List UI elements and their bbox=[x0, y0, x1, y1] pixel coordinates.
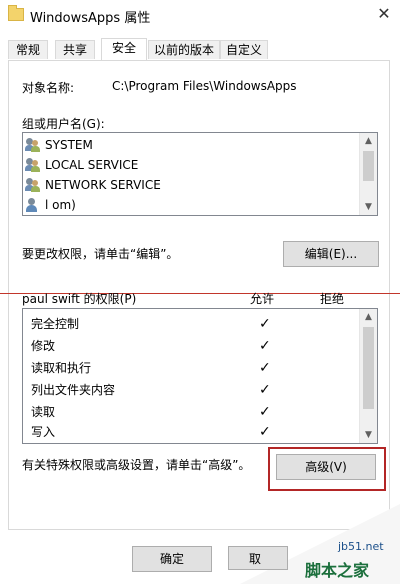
title-bar: WindowsApps 属性 ✕ bbox=[0, 0, 400, 31]
allow-check-icon: ✓ bbox=[259, 360, 271, 376]
permission-row: 读取和执行 ✓ bbox=[31, 357, 361, 379]
scroll-up-icon[interactable]: ▲ bbox=[360, 309, 377, 325]
group-icon bbox=[25, 178, 41, 192]
permission-row: 列出文件夹内容 ✓ bbox=[31, 379, 361, 401]
advanced-button[interactable]: 高级(V) bbox=[276, 454, 376, 480]
allow-column-header: 允许 bbox=[250, 292, 275, 306]
groups-listbox[interactable]: SYSTEM LOCAL SERVICE NETWORK SERVICE l o… bbox=[22, 132, 378, 216]
scroll-down-icon[interactable]: ▼ bbox=[360, 427, 377, 443]
object-name-value: C:\Program Files\WindowsApps bbox=[112, 79, 297, 93]
scroll-thumb[interactable] bbox=[363, 151, 374, 181]
groups-label: 组或用户名(G): bbox=[22, 117, 105, 131]
permissions-scrollbar[interactable]: ▲ ▼ bbox=[359, 309, 377, 443]
group-icon bbox=[25, 138, 41, 152]
allow-check-icon: ✓ bbox=[259, 382, 271, 398]
allow-check-icon: ✓ bbox=[259, 404, 271, 420]
scroll-thumb[interactable] bbox=[363, 327, 374, 409]
group-name: NETWORK SERVICE bbox=[45, 178, 161, 192]
tab-general[interactable]: 常规 bbox=[8, 40, 48, 59]
object-name-label: 对象名称: bbox=[22, 81, 75, 95]
user-icon bbox=[25, 198, 41, 212]
permission-row: 修改 ✓ bbox=[31, 335, 361, 357]
watermark-site: jb51.net bbox=[338, 540, 384, 553]
tab-customize[interactable]: 自定义 bbox=[220, 40, 268, 59]
permissions-header: paul swift 的权限(P) bbox=[22, 292, 137, 306]
permission-name: 完全控制 bbox=[31, 317, 80, 331]
tab-security[interactable]: 安全 bbox=[101, 38, 147, 60]
window-title: WindowsApps 属性 bbox=[30, 11, 151, 26]
group-name: SYSTEM bbox=[45, 138, 93, 152]
deny-column-header: 拒绝 bbox=[320, 292, 345, 306]
tab-sharing[interactable]: 共享 bbox=[55, 40, 95, 59]
groups-scrollbar[interactable]: ▲ ▼ bbox=[359, 133, 377, 215]
permission-name: 列出文件夹内容 bbox=[31, 383, 116, 397]
permission-row: 完全控制 ✓ bbox=[31, 313, 361, 335]
cancel-button[interactable]: 取 bbox=[228, 546, 288, 570]
scroll-down-icon[interactable]: ▼ bbox=[360, 199, 377, 215]
allow-check-icon: ✓ bbox=[259, 338, 271, 354]
permissions-listbox[interactable]: 完全控制 ✓ 修改 ✓ 读取和执行 ✓ 列出文件夹内容 ✓ 读取 ✓ 写入 ✓ … bbox=[22, 308, 378, 444]
group-icon bbox=[25, 158, 41, 172]
permission-name: 读取 bbox=[31, 405, 56, 419]
allow-check-icon: ✓ bbox=[259, 316, 271, 332]
ok-button[interactable]: 确定 bbox=[132, 546, 212, 572]
watermark-brand: 脚本之家 bbox=[305, 561, 370, 580]
permission-row: 读取 ✓ bbox=[31, 401, 361, 423]
permission-row: 写入 ✓ bbox=[31, 421, 361, 443]
permission-name: 读取和执行 bbox=[31, 361, 92, 375]
close-button[interactable]: ✕ bbox=[368, 0, 400, 28]
edit-button[interactable]: 编辑(E)... bbox=[283, 241, 379, 267]
permission-name: 修改 bbox=[31, 339, 56, 353]
allow-check-icon: ✓ bbox=[259, 424, 271, 440]
advanced-hint: 有关特殊权限或高级设置，请单击“高级”。 bbox=[22, 458, 251, 472]
scroll-up-icon[interactable]: ▲ bbox=[360, 133, 377, 149]
folder-icon bbox=[8, 5, 24, 21]
tab-previous-versions[interactable]: 以前的版本 bbox=[148, 40, 220, 59]
edit-hint: 要更改权限，请单击“编辑”。 bbox=[22, 247, 179, 261]
group-name: l om) bbox=[45, 198, 76, 212]
group-name: LOCAL SERVICE bbox=[45, 158, 139, 172]
permission-name: 写入 bbox=[31, 425, 56, 439]
